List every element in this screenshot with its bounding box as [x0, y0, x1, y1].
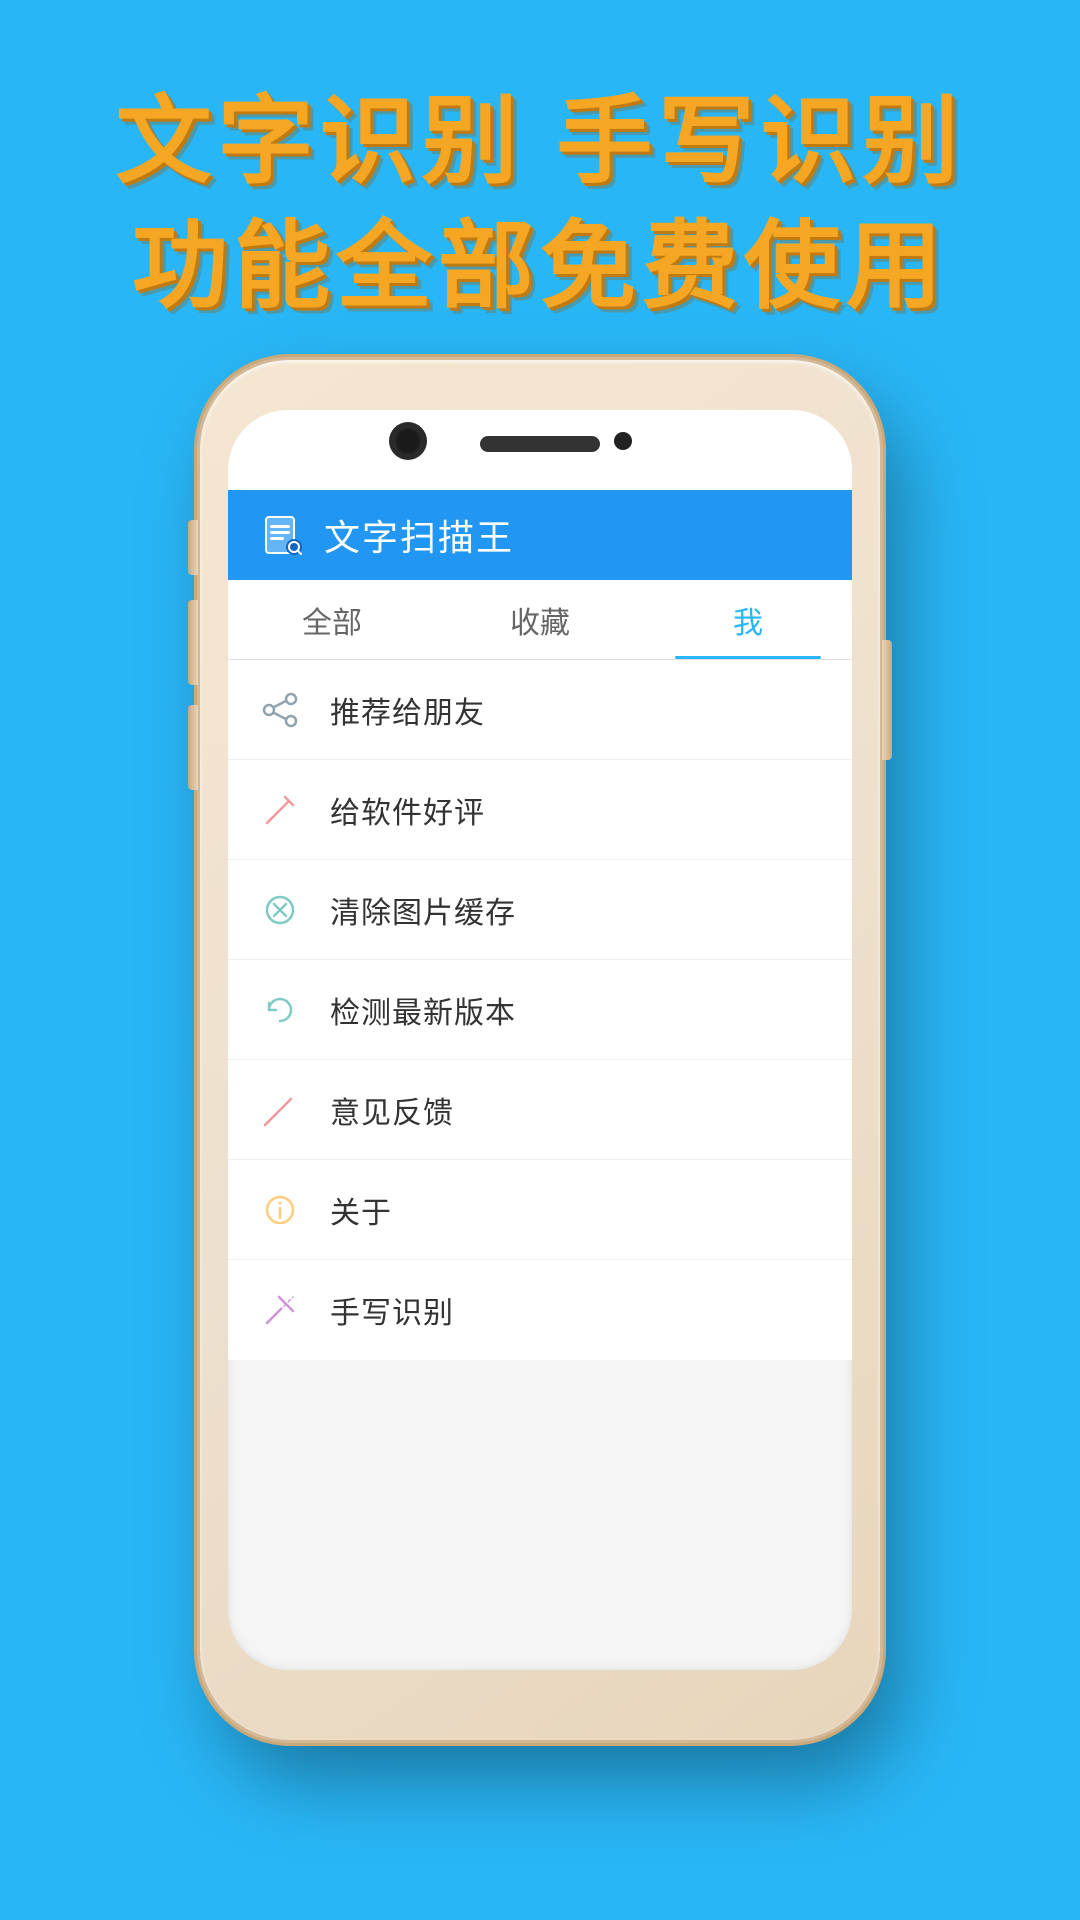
clear-icon — [258, 888, 302, 932]
handwrite-icon — [258, 1288, 302, 1332]
phone-screen: 文字扫描王 全部 收藏 我 — [228, 410, 852, 1670]
power-button — [882, 640, 892, 760]
front-camera — [393, 426, 423, 456]
tab-favorites[interactable]: 收藏 — [436, 580, 644, 659]
volume-down-button — [188, 705, 198, 790]
tab-all[interactable]: 全部 — [228, 580, 436, 659]
hero-section: 文字识别 手写识别 功能全部免费使用 — [0, 80, 1080, 330]
menu-item-check-update[interactable]: 检测最新版本 — [228, 960, 852, 1060]
mute-button — [188, 520, 198, 575]
info-icon — [258, 1188, 302, 1232]
tab-bar: 全部 收藏 我 — [228, 580, 852, 660]
menu-label-clear-cache: 清除图片缓存 — [330, 888, 516, 932]
menu-item-handwrite[interactable]: 手写识别 — [228, 1260, 852, 1360]
app-logo-icon — [258, 511, 306, 559]
menu-label-recommend: 推荐给朋友 — [330, 688, 485, 732]
menu-list: 推荐给朋友 给软件好评 — [228, 660, 852, 1360]
phone-top-bar — [228, 410, 852, 490]
app-title: 文字扫描王 — [324, 509, 514, 561]
volume-up-button — [188, 600, 198, 685]
hero-line2: 功能全部免费使用 — [60, 205, 1020, 330]
pen-icon — [258, 788, 302, 832]
menu-label-rate: 给软件好评 — [330, 788, 485, 832]
menu-label-about: 关于 — [330, 1188, 392, 1232]
tab-me[interactable]: 我 — [644, 580, 852, 659]
refresh-icon — [258, 988, 302, 1032]
menu-label-handwrite: 手写识别 — [330, 1288, 454, 1332]
menu-item-about[interactable]: 关于 — [228, 1160, 852, 1260]
app-header: 文字扫描王 — [228, 490, 852, 580]
speaker — [480, 436, 600, 452]
menu-label-feedback: 意见反馈 — [330, 1088, 454, 1132]
hero-line1: 文字识别 手写识别 — [60, 80, 1020, 205]
menu-item-rate[interactable]: 给软件好评 — [228, 760, 852, 860]
feedback-icon — [258, 1088, 302, 1132]
menu-item-recommend[interactable]: 推荐给朋友 — [228, 660, 852, 760]
menu-label-check-update: 检测最新版本 — [330, 988, 516, 1032]
phone-mockup: 文字扫描王 全部 收藏 我 — [200, 360, 880, 1740]
menu-item-feedback[interactable]: 意见反馈 — [228, 1060, 852, 1160]
menu-item-clear-cache[interactable]: 清除图片缓存 — [228, 860, 852, 960]
camera-dot — [614, 432, 632, 450]
phone-body: 文字扫描王 全部 收藏 我 — [200, 360, 880, 1740]
share-icon — [258, 688, 302, 732]
